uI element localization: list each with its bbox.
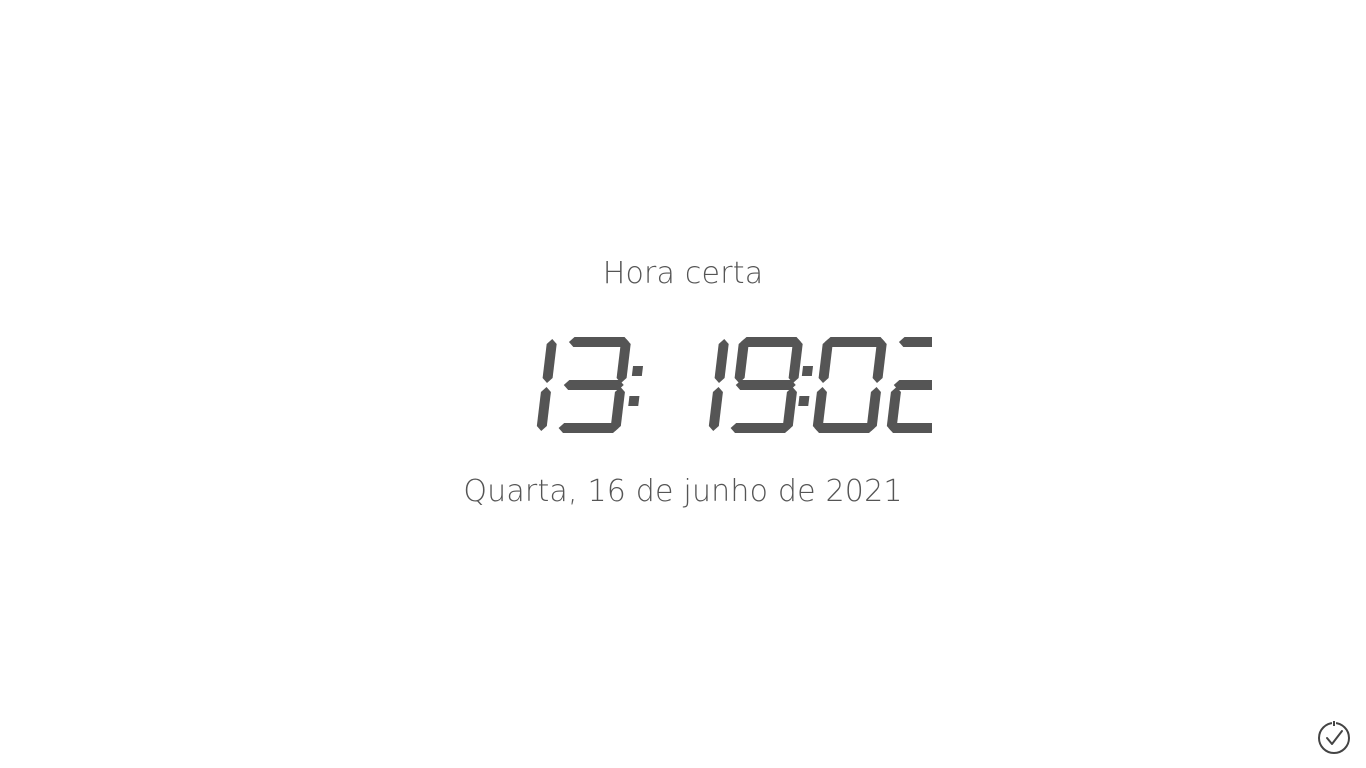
segment-g bbox=[735, 380, 796, 390]
segment-g bbox=[563, 380, 624, 390]
segment-f bbox=[818, 339, 833, 383]
page-title: Hora certa bbox=[602, 256, 764, 291]
segment-b bbox=[542, 339, 557, 383]
clock-digit-1 bbox=[558, 337, 631, 433]
digital-clock bbox=[482, 333, 932, 437]
segment-d bbox=[888, 423, 932, 433]
clock-colon-dot-2-0 bbox=[801, 366, 814, 376]
segment-d bbox=[730, 423, 791, 433]
segment-f bbox=[734, 339, 749, 383]
clock-digit-5 bbox=[886, 337, 932, 433]
segment-a bbox=[740, 337, 801, 347]
segment-a bbox=[898, 337, 932, 347]
segment-c bbox=[536, 387, 551, 431]
clock-colon-dot-1-1 bbox=[628, 396, 640, 406]
clock-digit-2 bbox=[708, 339, 729, 431]
clock-display bbox=[536, 337, 932, 433]
segment-b bbox=[714, 339, 729, 383]
clock-colon-dot-2-1 bbox=[798, 396, 810, 406]
clock-digit-0 bbox=[536, 339, 557, 431]
clock-digit-4 bbox=[812, 337, 887, 433]
clock-check-icon bbox=[1318, 721, 1350, 754]
segment-g bbox=[893, 380, 932, 390]
date-label: Quarta, 16 de junho de 2021 bbox=[463, 474, 903, 509]
clock-digit-3 bbox=[730, 337, 803, 433]
segment-c bbox=[708, 387, 723, 431]
clock-check-button[interactable] bbox=[1316, 720, 1352, 756]
segment-d bbox=[814, 423, 875, 433]
segment-d bbox=[558, 423, 619, 433]
segment-a bbox=[824, 337, 885, 347]
segment-a bbox=[568, 337, 629, 347]
clock-colon-dot-1-0 bbox=[631, 366, 644, 376]
